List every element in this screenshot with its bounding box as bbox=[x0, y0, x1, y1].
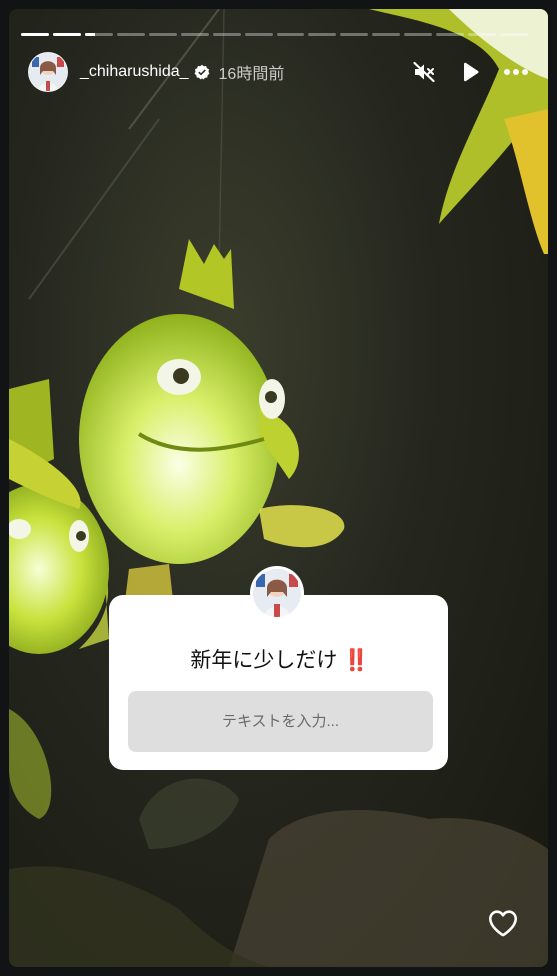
progress-segment bbox=[372, 33, 401, 36]
play-icon bbox=[464, 62, 479, 82]
speaker-muted-icon bbox=[413, 61, 435, 83]
sticker-reply-input[interactable] bbox=[128, 691, 433, 752]
progress-segment bbox=[500, 33, 528, 36]
username[interactable]: _chiharushida_ bbox=[80, 63, 189, 81]
play-button[interactable] bbox=[457, 59, 483, 85]
progress-segment bbox=[84, 33, 113, 36]
progress-segment bbox=[21, 33, 49, 36]
progress-segment bbox=[404, 33, 433, 36]
progress-segment bbox=[436, 33, 465, 36]
story-media[interactable] bbox=[9, 9, 548, 967]
progress-segment-fill bbox=[52, 33, 81, 36]
avatar[interactable] bbox=[28, 52, 68, 92]
story-header: _chiharushida_ 16時間前 bbox=[28, 52, 529, 92]
story-viewer: _chiharushida_ 16時間前 新年に少しだけ ‼️ テキストを入力.… bbox=[0, 0, 557, 976]
progress-segment bbox=[340, 33, 369, 36]
more-horizontal-icon bbox=[504, 69, 528, 75]
sticker-avatar bbox=[250, 566, 304, 620]
playback-controls bbox=[411, 59, 529, 85]
avatar-image bbox=[29, 53, 67, 91]
progress-segment bbox=[308, 33, 337, 36]
story-progress-bar bbox=[21, 33, 528, 36]
progress-segment bbox=[212, 33, 241, 36]
progress-segment-fill bbox=[21, 33, 49, 36]
mute-button[interactable] bbox=[411, 59, 437, 85]
progress-segment-fill bbox=[84, 33, 95, 36]
verified-badge-icon bbox=[194, 64, 209, 80]
question-text: 新年に少しだけ bbox=[190, 649, 338, 672]
like-button[interactable] bbox=[486, 906, 520, 940]
sticker-avatar-image bbox=[253, 569, 301, 617]
progress-segment bbox=[116, 33, 145, 36]
progress-segment bbox=[276, 33, 305, 36]
post-timestamp: 16時間前 bbox=[218, 66, 285, 83]
story-background-image bbox=[9, 9, 548, 967]
heart-outline-icon bbox=[488, 910, 518, 937]
more-options-button[interactable] bbox=[503, 59, 529, 85]
progress-segment bbox=[180, 33, 209, 36]
progress-segment bbox=[244, 33, 273, 36]
progress-segment bbox=[468, 33, 497, 36]
progress-segment bbox=[148, 33, 177, 36]
double-exclamation-emoji: ‼️ bbox=[343, 649, 369, 672]
progress-segment bbox=[52, 33, 81, 36]
sticker-question: 新年に少しだけ ‼️ bbox=[109, 644, 448, 674]
